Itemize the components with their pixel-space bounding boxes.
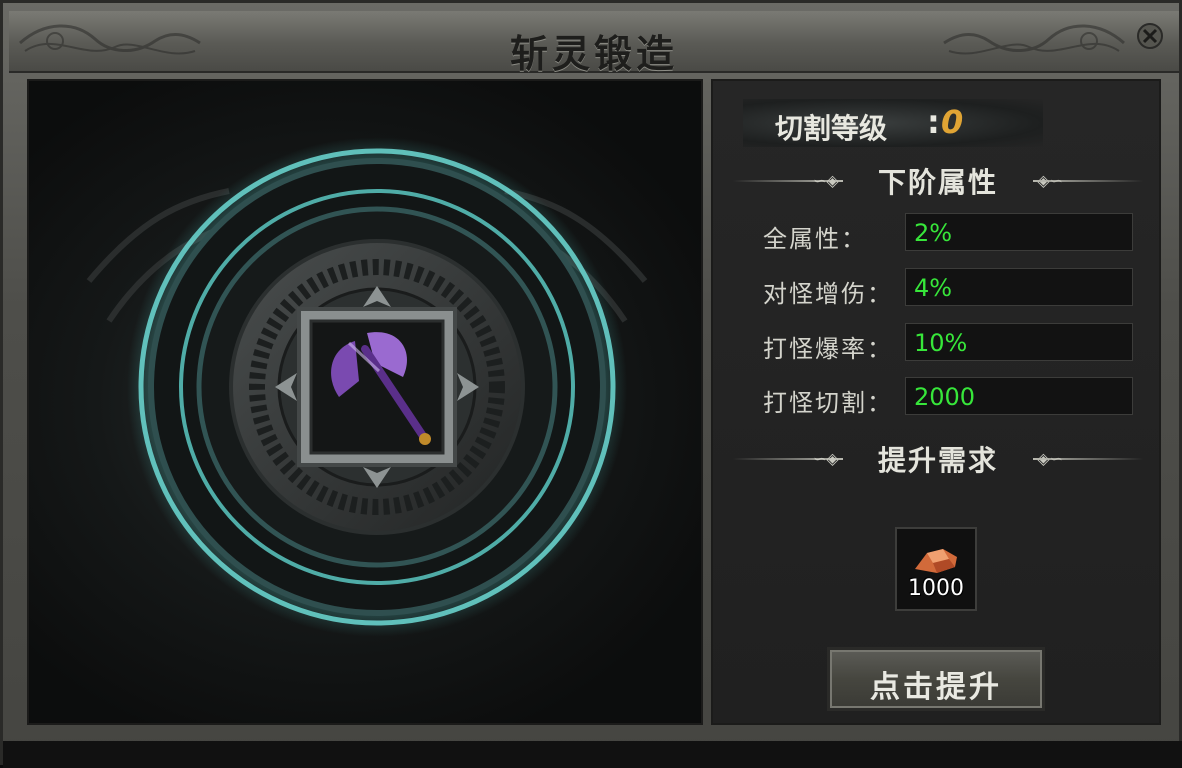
item-count: 1000 — [908, 576, 964, 601]
upgrade-button-label: 点击提升 — [870, 670, 1002, 705]
cut-level-bar: 切割等级 : 0 — [743, 99, 1043, 147]
attr-value: 2% — [914, 219, 953, 247]
next-attributes-heading: ∽◈ 下阶属性 ◈∽ — [733, 161, 1143, 201]
forge-window: 斩灵锻造 切割等级: 0 ∽◈ 下阶属性 ◈∽ 全属性： 2% 对怪增伤： 4… — [0, 0, 1182, 768]
cut-level-label: 切割等级 — [775, 112, 888, 145]
attr-row-monster-cut: 打怪切割： 2000 — [753, 377, 1138, 417]
attr-value: 10% — [914, 329, 968, 357]
attr-value-box: 10% — [905, 323, 1133, 361]
attr-row-all-stats: 全属性： 2% — [753, 213, 1138, 253]
attr-row-monster-damage: 对怪增伤： 4% — [753, 268, 1138, 308]
chat-strip — [3, 741, 1182, 768]
cut-level-value: 0 — [941, 103, 964, 141]
title-bar: 斩灵锻造 — [9, 11, 1179, 76]
cut-level-separator: : — [927, 103, 940, 141]
attr-label: 打怪爆率： — [763, 335, 893, 363]
upgrade-button[interactable]: 点击提升 — [827, 647, 1045, 711]
attr-value-box: 2000 — [905, 377, 1133, 415]
forge-circle — [86, 137, 648, 637]
requirements-heading: ∽◈ 提升需求 ◈∽ — [733, 439, 1143, 479]
attr-value-box: 2% — [905, 213, 1133, 251]
forge-info-panel: 切割等级 : 0 ∽◈ 下阶属性 ◈∽ 全属性： 2% 对怪增伤： 4% 打怪爆… — [711, 79, 1161, 725]
attr-label: 全属性： — [763, 225, 867, 253]
close-icon[interactable] — [1135, 21, 1165, 51]
attr-row-drop-rate: 打怪爆率： 10% — [753, 323, 1138, 363]
attr-value: 4% — [914, 274, 953, 302]
forge-display — [27, 79, 703, 725]
right-ornament-icon — [943, 24, 1125, 55]
requirement-item-slot[interactable]: 1000 — [895, 527, 977, 611]
attr-label: 对怪增伤： — [763, 280, 893, 308]
attr-value-box: 4% — [905, 268, 1133, 306]
attr-label: 打怪切割： — [763, 389, 893, 417]
attr-value: 2000 — [914, 383, 976, 411]
